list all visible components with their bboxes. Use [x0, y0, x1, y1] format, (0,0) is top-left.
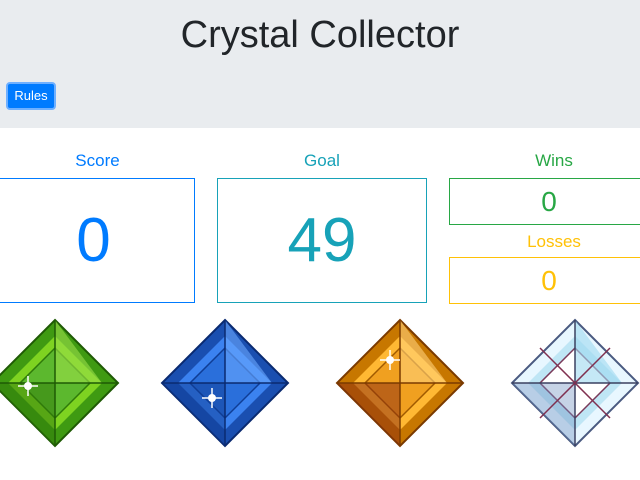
- rules-button[interactable]: Rules: [6, 82, 56, 110]
- diamond-crystal-icon[interactable]: [510, 318, 640, 448]
- losses-label: Losses: [527, 232, 581, 251]
- losses-value: 0: [541, 265, 557, 296]
- wins-value: 0: [541, 186, 557, 217]
- score-value: 0: [76, 206, 111, 275]
- blue-crystal-icon[interactable]: [160, 318, 290, 448]
- goal-value: 49: [287, 206, 357, 275]
- goal-label: Goal: [304, 151, 340, 170]
- green-crystal-icon[interactable]: [0, 318, 120, 448]
- score-box: 0: [0, 178, 195, 303]
- goal-box: 49: [217, 178, 427, 303]
- page-title: Crystal Collector: [180, 14, 460, 56]
- score-label: Score: [75, 151, 120, 170]
- orange-crystal-icon[interactable]: [335, 318, 465, 448]
- header: Crystal Collector Rules: [0, 0, 640, 128]
- losses-box: 0: [449, 257, 640, 304]
- wins-box: 0: [449, 178, 640, 225]
- wins-label: Wins: [535, 151, 573, 170]
